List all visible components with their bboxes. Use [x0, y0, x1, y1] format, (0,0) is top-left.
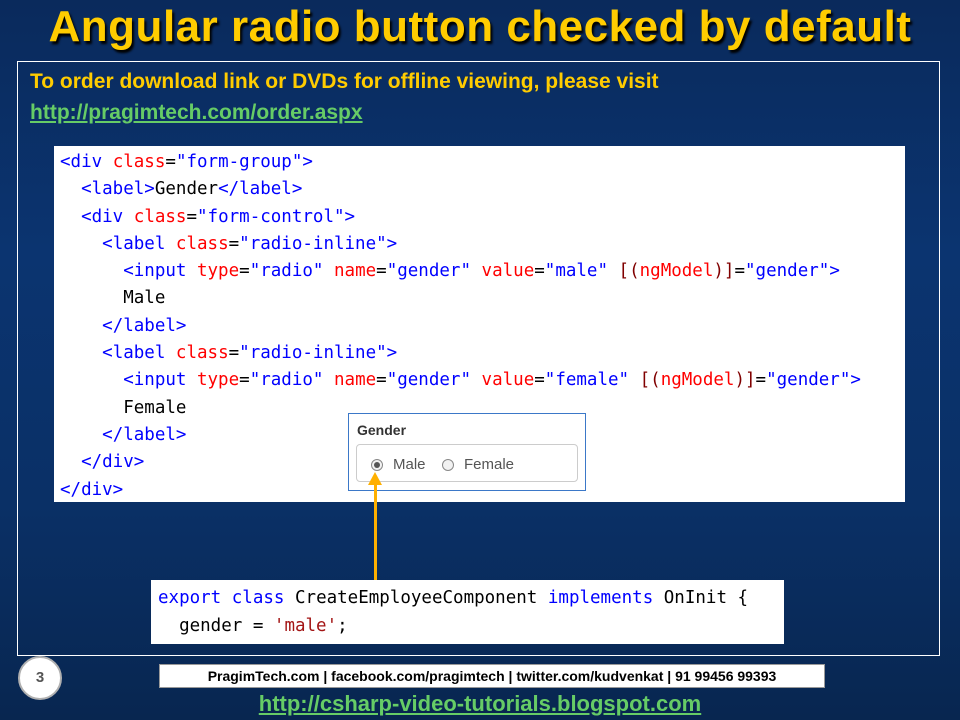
demo-gender-label: Gender	[357, 422, 407, 438]
radio-female[interactable]	[442, 459, 454, 471]
radio-male[interactable]	[371, 459, 383, 471]
radio-male-label: Male	[393, 456, 426, 473]
slide-title: Angular radio button checked by default	[48, 2, 912, 51]
radio-female-label: Female	[464, 456, 515, 473]
order-link[interactable]: http://pragimtech.com/order.aspx	[30, 101, 363, 125]
footer-link[interactable]: http://csharp-video-tutorials.blogspot.c…	[0, 691, 960, 717]
rendered-gender-demo: Gender Male Female	[348, 413, 586, 491]
ts-class-name: CreateEmployeeComponent	[295, 588, 538, 608]
order-text: To order download link or DVDs for offli…	[30, 70, 659, 93]
arrow-connector	[374, 484, 377, 581]
ts-code: export class CreateEmployeeComponent imp…	[158, 588, 749, 636]
demo-radio-group: Male Female	[356, 444, 578, 482]
footer-contact-bar: PragimTech.com | facebook.com/pragimtech…	[159, 664, 825, 688]
